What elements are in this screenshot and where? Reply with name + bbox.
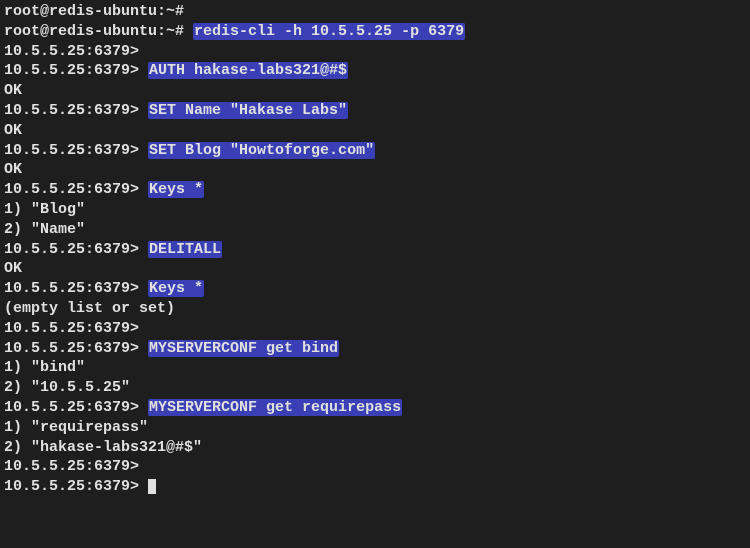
command-output: 2) "hakase-labs321@#$" (4, 439, 202, 456)
terminal-line: (empty list or set) (4, 299, 746, 319)
terminal-line: 10.5.5.25:6379> (4, 457, 746, 477)
command-text: SET Blog "Howtoforge.com" (148, 142, 375, 159)
redis-prompt: 10.5.5.25:6379> (4, 280, 148, 297)
redis-prompt: 10.5.5.25:6379> (4, 62, 148, 79)
command-output: 1) "bind" (4, 359, 85, 376)
redis-prompt: 10.5.5.25:6379> (4, 181, 148, 198)
terminal-line: 1) "requirepass" (4, 418, 746, 438)
terminal-line: 10.5.5.25:6379> SET Name "Hakase Labs" (4, 101, 746, 121)
terminal-line: 1) "Blog" (4, 200, 746, 220)
command-output: 2) "10.5.5.25" (4, 379, 130, 396)
command-output: OK (4, 161, 22, 178)
redis-prompt: 10.5.5.25:6379> (4, 43, 148, 60)
shell-prompt: root@redis-ubuntu:~# (4, 23, 193, 40)
terminal-line: 10.5.5.25:6379> AUTH hakase-labs321@#$ (4, 61, 746, 81)
redis-prompt: 10.5.5.25:6379> (4, 458, 148, 475)
command-text: AUTH hakase-labs321@#$ (148, 62, 348, 79)
redis-prompt: 10.5.5.25:6379> (4, 320, 148, 337)
terminal-output[interactable]: root@redis-ubuntu:~# root@redis-ubuntu:~… (4, 2, 746, 497)
terminal-cursor (148, 479, 156, 494)
terminal-line: 10.5.5.25:6379> (4, 319, 746, 339)
terminal-line: OK (4, 121, 746, 141)
terminal-line: 10.5.5.25:6379> DELITALL (4, 240, 746, 260)
terminal-line: 10.5.5.25:6379> Keys * (4, 180, 746, 200)
command-text: redis-cli -h 10.5.5.25 -p 6379 (193, 23, 465, 40)
shell-prompt: root@redis-ubuntu:~# (4, 3, 193, 20)
command-output: OK (4, 82, 22, 99)
terminal-line: OK (4, 160, 746, 180)
command-text: DELITALL (148, 241, 222, 258)
terminal-line: 2) "10.5.5.25" (4, 378, 746, 398)
terminal-line: OK (4, 81, 746, 101)
redis-prompt: 10.5.5.25:6379> (4, 340, 148, 357)
terminal-line: 10.5.5.25:6379> MYSERVERCONF get bind (4, 339, 746, 359)
terminal-line: 1) "bind" (4, 358, 746, 378)
command-output: OK (4, 122, 22, 139)
terminal-line: root@redis-ubuntu:~# (4, 2, 746, 22)
terminal-line: OK (4, 259, 746, 279)
command-output: 1) "Blog" (4, 201, 85, 218)
terminal-line: 10.5.5.25:6379> SET Blog "Howtoforge.com… (4, 141, 746, 161)
command-output: 2) "Name" (4, 221, 85, 238)
redis-prompt: 10.5.5.25:6379> (4, 399, 148, 416)
command-text: SET Name "Hakase Labs" (148, 102, 348, 119)
command-text: Keys * (148, 181, 204, 198)
redis-prompt: 10.5.5.25:6379> (4, 478, 148, 495)
command-output: 1) "requirepass" (4, 419, 148, 436)
terminal-line: 2) "hakase-labs321@#$" (4, 438, 746, 458)
redis-prompt: 10.5.5.25:6379> (4, 241, 148, 258)
terminal-line: 10.5.5.25:6379> MYSERVERCONF get require… (4, 398, 746, 418)
terminal-line: 2) "Name" (4, 220, 746, 240)
redis-prompt: 10.5.5.25:6379> (4, 142, 148, 159)
command-text: Keys * (148, 280, 204, 297)
command-text: MYSERVERCONF get bind (148, 340, 339, 357)
redis-prompt: 10.5.5.25:6379> (4, 102, 148, 119)
command-output: OK (4, 260, 22, 277)
terminal-line: 10.5.5.25:6379> Keys * (4, 279, 746, 299)
command-text: MYSERVERCONF get requirepass (148, 399, 402, 416)
terminal-line: root@redis-ubuntu:~# redis-cli -h 10.5.5… (4, 22, 746, 42)
command-output: (empty list or set) (4, 300, 175, 317)
terminal-line: 10.5.5.25:6379> (4, 477, 746, 497)
terminal-line: 10.5.5.25:6379> (4, 42, 746, 62)
